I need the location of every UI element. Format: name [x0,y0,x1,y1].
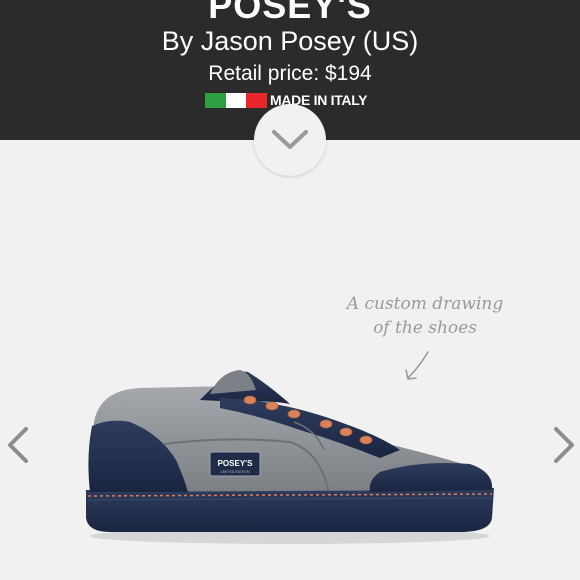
designer-name: By Jason Posey (US) [161,26,419,56]
scroll-down-button[interactable] [254,104,326,176]
shoe-tag-text: POSEY'S [218,459,253,468]
shoe-tag-subtext: LIMITED EDITION [221,470,250,474]
previous-image-button[interactable] [4,425,34,465]
italy-flag-icon [205,92,268,108]
chevron-left-icon [8,427,28,463]
chevron-right-icon [554,427,574,463]
note-line-1: A custom drawing [346,294,504,314]
custom-drawing-note: A custom drawing of the shoes [340,292,510,340]
retail-price: Retail price: $194 [208,62,372,85]
note-line-2: of the shoes [373,318,477,338]
chevron-down-icon [272,130,308,149]
product-title: POSEY'S [208,0,372,26]
shoe-illustration: POSEY'S LIMITED EDITION [86,370,494,544]
next-image-button[interactable] [548,425,578,465]
